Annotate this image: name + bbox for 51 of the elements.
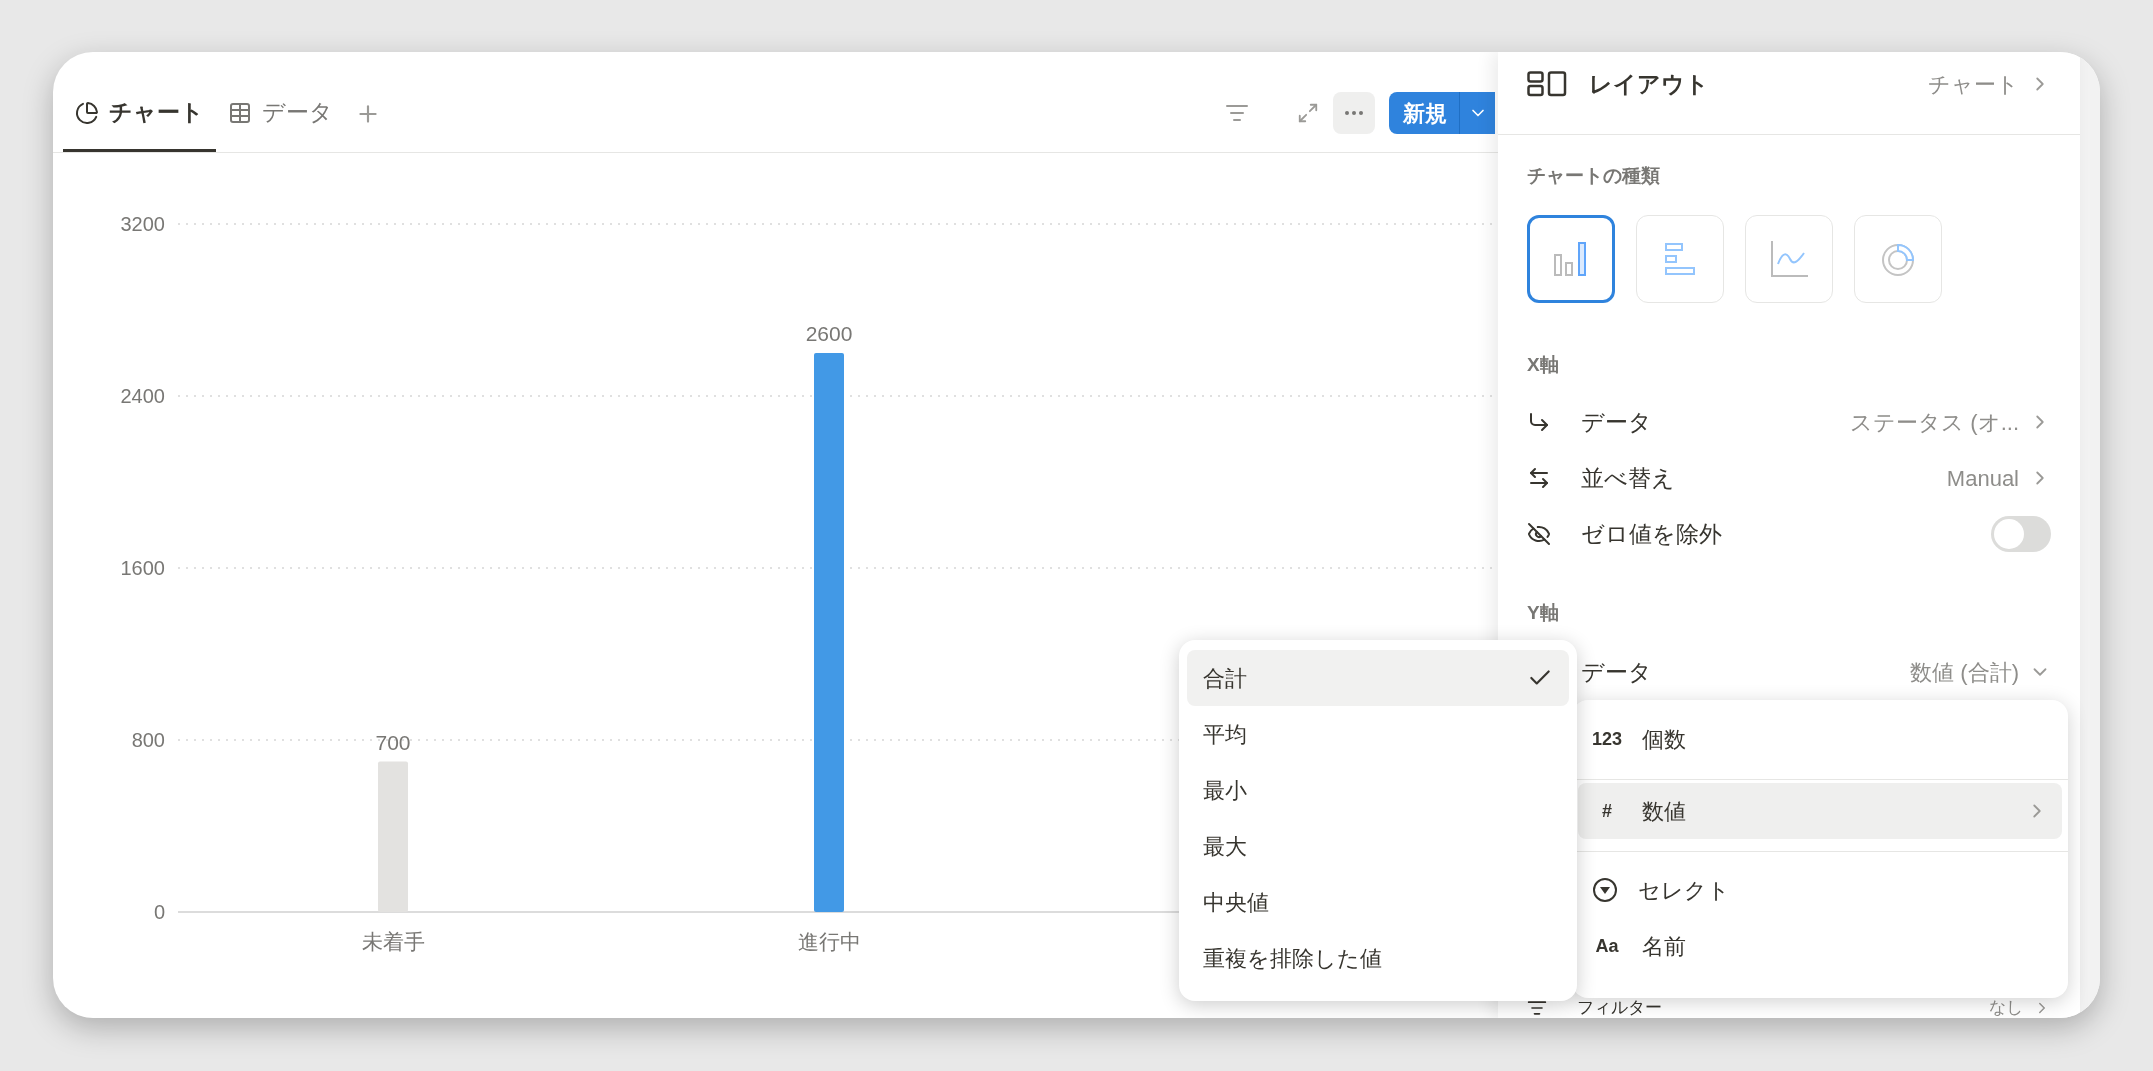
swap-arrows-icon [1527, 466, 1551, 490]
property-menu-item[interactable]: # 数値 [1578, 783, 2062, 839]
more-button[interactable] [1333, 92, 1375, 134]
bar-chart-icon [1662, 241, 1698, 277]
y-tick-label: 3200 [120, 213, 165, 235]
setting-label: 並べ替え [1581, 463, 1675, 493]
filter-icon [1527, 998, 1547, 1018]
property-menu-item[interactable]: Aa 名前 [1578, 918, 2062, 974]
section-title: Y軸 [1527, 601, 1560, 625]
view-tab[interactable]: チャート [63, 76, 216, 152]
section-title: X軸 [1527, 353, 1560, 377]
aggregate-menu-item[interactable]: 最大 [1187, 818, 1569, 874]
column-chart-icon [1553, 241, 1589, 277]
new-button[interactable]: 新規 [1389, 92, 1459, 134]
type-glyph-icon: # [1592, 797, 1622, 825]
eye-off-icon [1527, 522, 1551, 546]
pie-chart-icon [75, 100, 99, 125]
chart-type-option[interactable] [1527, 215, 1615, 303]
setting-label: データ [1581, 657, 1652, 687]
select-icon [1592, 877, 1618, 903]
x-category-label: 進行中 [797, 930, 861, 953]
toggle-switch[interactable] [1991, 516, 2051, 552]
type-glyph-icon: 123 [1592, 725, 1622, 753]
bar-value-label: 2600 [805, 322, 853, 345]
property-menu-item[interactable]: 123 個数 [1578, 710, 2062, 768]
table-icon [228, 100, 252, 125]
y-tick-label: 2400 [120, 385, 165, 407]
view-tab[interactable]: データ [216, 76, 345, 152]
more-icon [1345, 111, 1363, 115]
setting-label: ゼロ値を除外 [1581, 519, 1722, 549]
bar-value-label: 700 [375, 730, 411, 754]
line-chart-icon [1769, 239, 1809, 279]
y-tick-label: 1600 [120, 557, 165, 579]
layout-icon [1527, 71, 1567, 97]
aggregate-menu-item[interactable]: 重複を排除した値 [1187, 930, 1569, 986]
aggregate-menu-item[interactable]: 平均 [1187, 706, 1569, 762]
setting-label: フィルター [1577, 998, 1662, 1018]
section-title: チャートの種類 [1527, 164, 1661, 188]
layout-label: レイアウト [1589, 69, 1709, 99]
y-tick-label: 800 [131, 729, 165, 751]
aggregate-menu-item[interactable]: 中央値 [1187, 874, 1569, 930]
aggregate-menu-item[interactable]: 最小 [1187, 762, 1569, 818]
expand-icon[interactable] [1297, 102, 1319, 124]
setting-label: データ [1581, 407, 1652, 437]
corner-arrow-icon [1527, 410, 1551, 434]
type-glyph-icon: Aa [1592, 932, 1622, 960]
new-menu-button[interactable] [1459, 92, 1495, 134]
aggregate-menu-item[interactable]: 合計 [1187, 650, 1569, 706]
x-category-label: 未着手 [361, 930, 425, 953]
property-menu-item[interactable]: セレクト [1578, 862, 2062, 918]
y-tick-label: 0 [153, 901, 165, 923]
